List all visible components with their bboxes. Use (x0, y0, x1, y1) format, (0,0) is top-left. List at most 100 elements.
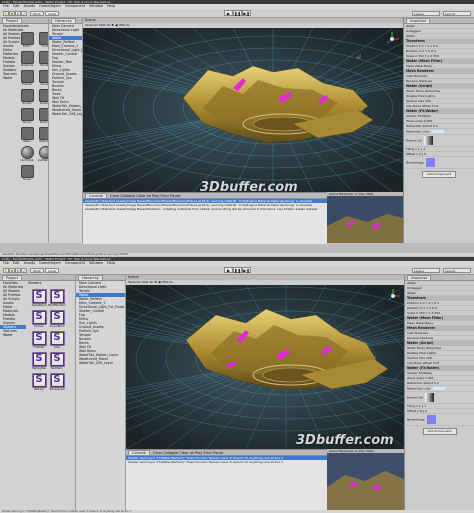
color-swatch[interactable] (432, 387, 445, 390)
asset-label: OurPrefab (20, 159, 34, 162)
unity-editor-window-2: Unity - TerrainTemple.unity - Water Proj… (0, 257, 474, 513)
texture-thumbnail[interactable] (424, 136, 434, 145)
pivot-toggle[interactable]: Pivot (30, 11, 44, 16)
tab-scene[interactable]: Scene (128, 275, 139, 279)
asset-item[interactable]: Water (18, 127, 36, 143)
console-message[interactable]: Assets/Pro Standard Assets/Image Based/S… (83, 207, 327, 211)
asset-label: CrossHatch (49, 325, 65, 328)
texture-thumbnail[interactable] (425, 158, 435, 167)
layout-dropdown[interactable]: Layout (443, 268, 471, 273)
console-clear-button[interactable]: Clear (110, 194, 119, 198)
console-clear-button[interactable]: Clear (153, 451, 162, 455)
texture-thumbnail[interactable] (426, 415, 436, 424)
texture-thumbnail[interactable] (425, 393, 435, 402)
fresnel-field[interactable]: Fresnel (A) (404, 135, 474, 147)
scale-tool-icon[interactable]: ⤢ (21, 11, 27, 16)
asset-item[interactable]: Fonts (36, 32, 48, 48)
asset-item[interactable]: OurPrefab2 (36, 146, 48, 162)
hierarchy-list: Main Camera Directional Light Terrain Water… (49, 24, 82, 116)
asset-label: Editor (23, 45, 31, 48)
asset-item[interactable]: S FXWater (30, 331, 48, 349)
refraction-color-label: Refraction color (407, 386, 431, 391)
asset-item[interactable]: S Refract (30, 373, 48, 391)
game-view[interactable]: Game Maximize on Play Stats (327, 449, 404, 510)
asset-item[interactable]: Textures (36, 108, 48, 124)
asset-item[interactable]: S Contour (30, 310, 48, 328)
hierarchy-item[interactable]: WaterTall_Cliff_Layer (49, 112, 82, 116)
asset-item[interactable]: S Transparent (48, 373, 66, 391)
scene-view[interactable]: Scene Textured RGB 2D ✹ ◀) Effects (126, 275, 404, 449)
step-button[interactable]: ▶❚ (242, 10, 251, 16)
asset-item[interactable]: S MultiSkin (48, 352, 66, 370)
scene-view[interactable]: Scene Textured RGB 2D ✹ ◀) Effects (83, 18, 403, 192)
pause-button[interactable]: ❚❚ (233, 267, 242, 273)
asset-grid: Editor Fonts Materials Models Prefabs Scenes S… (18, 32, 48, 184)
fresnel-field[interactable]: Fresnel (A) (405, 392, 474, 404)
console-clear-on-play-toggle[interactable]: Clear on Play (136, 194, 159, 198)
asset-item[interactable]: S CrossHatch (48, 310, 66, 328)
asset-item[interactable]: Editor (18, 32, 36, 48)
asset-item[interactable]: Shaders (36, 89, 48, 105)
scene-toolbar[interactable]: Textured RGB 2D ✹ ◀) Effects (83, 23, 403, 28)
tab-console[interactable]: Console (85, 193, 107, 198)
hierarchy-list: Main Camera Directional Light Terrain Water… (76, 281, 125, 365)
console-message[interactable]: Shader warning in 'FX/Water(Refract)': F… (126, 460, 327, 464)
asset-item[interactable]: Models (36, 51, 48, 67)
asset-breadcrumb[interactable]: Assets (18, 24, 29, 28)
asset-item[interactable]: Scenes (36, 70, 48, 86)
tab-hierarchy[interactable]: Hierarchy (78, 275, 103, 280)
console-error-pause-toggle[interactable]: Error Pause (203, 451, 223, 455)
layers-dropdown[interactable]: Layers (412, 11, 440, 16)
material-icon (20, 146, 34, 159)
pause-button[interactable]: ❚❚ (233, 10, 242, 16)
local-toggle[interactable]: Local (45, 268, 59, 273)
asset-item[interactable]: S Glow (48, 331, 66, 349)
asset-item[interactable]: Scene (18, 165, 36, 181)
local-toggle[interactable]: Local (45, 11, 59, 16)
tab-console[interactable]: Console (128, 450, 150, 455)
folder-item[interactable]: Water (0, 333, 26, 337)
console-error-pause-toggle[interactable]: Error Pause (160, 194, 180, 198)
normalmap-field[interactable]: Normalmap (405, 414, 474, 426)
asset-item[interactable]: Prefabs (18, 70, 36, 86)
layers-dropdown[interactable]: Layers (412, 268, 440, 273)
folder-icon (38, 51, 48, 64)
scene-gizmo-icon[interactable] (385, 32, 399, 46)
play-button[interactable]: ▶ (224, 10, 233, 16)
console-collapse-toggle[interactable]: Collapse (163, 451, 178, 455)
color-swatch[interactable] (431, 130, 444, 133)
asset-breadcrumb[interactable]: Shaders (28, 281, 41, 285)
normalmap-field[interactable]: Normalmap (404, 157, 474, 169)
tab-project[interactable]: Project (2, 18, 22, 23)
folder-item[interactable]: Water (0, 76, 18, 80)
tab-scene[interactable]: Scene (85, 18, 96, 22)
asset-item[interactable]: S Highlighter (30, 352, 48, 370)
tab-project[interactable]: Project (2, 275, 22, 280)
asset-item[interactable]: S BlurEffectCon (48, 289, 66, 307)
asset-item[interactable]: Terrain (18, 108, 36, 124)
console-clear-on-play-toggle[interactable]: Clear on Play (179, 451, 202, 455)
step-button[interactable]: ▶❚ (242, 267, 251, 273)
scale-tool-icon[interactable]: ⤢ (21, 268, 27, 273)
tab-inspector[interactable]: Inspector (406, 18, 431, 23)
hierarchy-item[interactable]: WaterTall_Cliff_Layer (76, 361, 125, 365)
asset-item[interactable]: Materials (18, 51, 36, 67)
asset-label: Textures (39, 121, 48, 124)
scene-gizmo-icon[interactable] (386, 289, 400, 303)
play-button[interactable]: ▶ (224, 267, 233, 273)
tab-hierarchy[interactable]: Hierarchy (51, 18, 76, 23)
layout-dropdown[interactable]: Layout (443, 11, 471, 16)
asset-item[interactable]: Scripts (18, 89, 36, 105)
asset-item[interactable]: OurPrefab (18, 146, 36, 162)
console-window: Console Clear Collapse Clear on Play Err… (83, 192, 327, 244)
game-view[interactable]: Game Maximize on Play Stats (327, 192, 403, 243)
add-component-button[interactable]: Add Component (422, 428, 457, 435)
asset-item[interactable]: S AlphaBlend (30, 289, 48, 307)
tab-inspector[interactable]: Inspector (407, 275, 432, 280)
pivot-toggle[interactable]: Pivot (30, 268, 44, 273)
scene-toolbar[interactable]: Textured RGB 2D ✹ ◀) Effects (126, 280, 404, 285)
add-component-button[interactable]: Add Component (422, 171, 456, 178)
console-collapse-toggle[interactable]: Collapse (120, 194, 135, 198)
shader-icon: S (49, 289, 65, 304)
asset-item[interactable]: WaterSet (36, 127, 48, 143)
